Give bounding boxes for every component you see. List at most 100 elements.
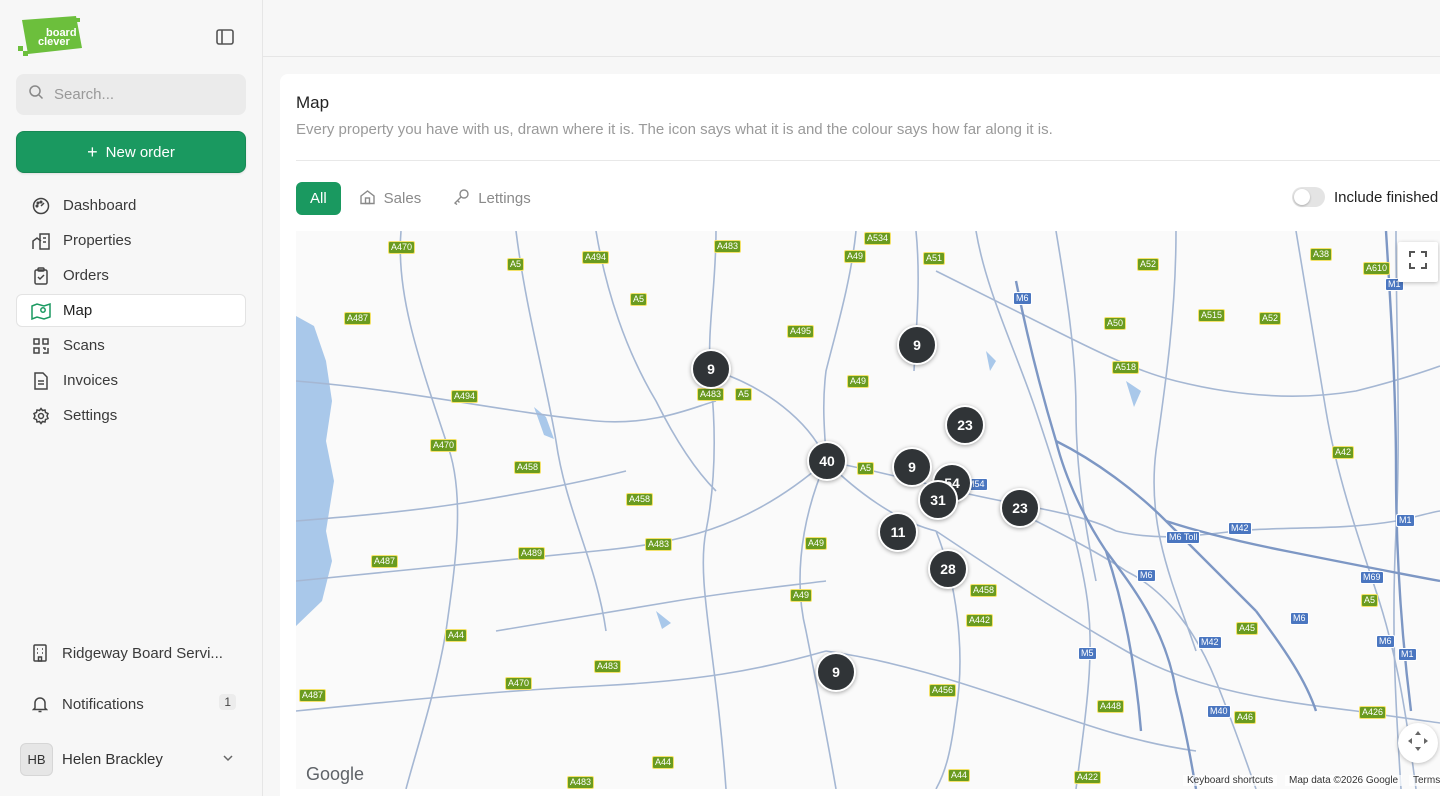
qr-icon bbox=[31, 336, 51, 356]
road-label: M6 Toll bbox=[1166, 531, 1201, 544]
road-label: A470 bbox=[430, 439, 458, 452]
road-label: A487 bbox=[344, 312, 372, 325]
road-label: A487 bbox=[371, 555, 399, 568]
main-nav: Dashboard Properties Orders Map Scans In… bbox=[16, 189, 246, 434]
road-label: A456 bbox=[929, 684, 957, 697]
road-label: A5 bbox=[735, 388, 753, 401]
road-label: A458 bbox=[626, 493, 654, 506]
map-cluster[interactable]: 9 bbox=[691, 349, 731, 389]
google-logo: Google bbox=[306, 764, 365, 784]
toggle-knob bbox=[1294, 189, 1310, 205]
road-label: A44 bbox=[445, 629, 468, 642]
new-order-label: New order bbox=[105, 143, 175, 161]
user-menu[interactable]: HB Helen Brackley bbox=[20, 742, 246, 776]
user-name: Helen Brackley bbox=[62, 750, 163, 768]
search-input[interactable] bbox=[54, 86, 234, 103]
map-cluster[interactable]: 9 bbox=[816, 652, 856, 692]
map-cluster[interactable]: 11 bbox=[878, 512, 918, 552]
road-label: A49 bbox=[844, 250, 867, 263]
avatar: HB bbox=[20, 742, 53, 776]
map-canvas[interactable]: A470 A483 A534 A494 A5 A49 A51 A52 A38 A… bbox=[296, 231, 1440, 789]
road-label: M6 bbox=[1137, 569, 1156, 582]
tab-sales[interactable]: Sales bbox=[345, 182, 436, 215]
chevron-down-icon bbox=[222, 751, 234, 769]
road-label: M6 bbox=[1376, 635, 1395, 648]
sidebar: board clever + New order Dashboard Prope… bbox=[0, 0, 263, 796]
road-label: A610 bbox=[1363, 262, 1391, 275]
terms-link[interactable]: Terms bbox=[1409, 775, 1440, 786]
sidebar-toggle-icon[interactable] bbox=[213, 25, 237, 49]
road-label: A46 bbox=[1234, 711, 1257, 724]
fullscreen-icon bbox=[1408, 250, 1428, 275]
key-icon bbox=[453, 188, 470, 209]
road-label: A494 bbox=[582, 251, 610, 264]
road-label: M1 bbox=[1398, 648, 1417, 661]
properties-icon bbox=[31, 231, 51, 251]
notifications-link[interactable]: Notifications 1 bbox=[16, 686, 246, 722]
road-label: A5 bbox=[507, 258, 525, 271]
road-label: A483 bbox=[645, 538, 673, 551]
boardclever-logo[interactable]: board clever bbox=[16, 14, 84, 58]
road-label: M1 bbox=[1396, 514, 1415, 527]
nav-item-dashboard[interactable]: Dashboard bbox=[16, 189, 246, 222]
road-label: A45 bbox=[1236, 622, 1259, 635]
nav-item-scans[interactable]: Scans bbox=[16, 329, 246, 362]
orders-icon bbox=[31, 266, 51, 286]
include-finished-label: Include finished bbox=[1334, 188, 1439, 206]
tab-label: Sales bbox=[383, 190, 422, 207]
road-label: A489 bbox=[518, 547, 546, 560]
road-label: A50 bbox=[1104, 317, 1127, 330]
road-label: A52 bbox=[1137, 258, 1160, 271]
map-pan-control[interactable] bbox=[1398, 723, 1438, 763]
nav-item-invoices[interactable]: Invoices bbox=[16, 364, 246, 397]
include-finished-toggle[interactable] bbox=[1292, 187, 1325, 207]
plus-icon: + bbox=[87, 142, 98, 162]
road-label: A458 bbox=[970, 584, 998, 597]
house-icon bbox=[359, 189, 376, 209]
nav-label: Map bbox=[63, 302, 93, 319]
road-label: A426 bbox=[1359, 706, 1387, 719]
road-label: M6 bbox=[1013, 292, 1032, 305]
road-label: A515 bbox=[1198, 309, 1226, 322]
road-label: A495 bbox=[787, 325, 815, 338]
road-label: M42 bbox=[1198, 636, 1222, 649]
road-label: A534 bbox=[864, 232, 892, 245]
nav-label: Orders bbox=[63, 267, 109, 284]
map-cluster[interactable]: 9 bbox=[897, 325, 937, 365]
organisation-switcher[interactable]: Ridgeway Board Servi... bbox=[16, 635, 246, 671]
map-cluster[interactable]: 40 bbox=[807, 441, 847, 481]
search-icon bbox=[28, 84, 44, 105]
nav-item-orders[interactable]: Orders bbox=[16, 259, 246, 292]
keyboard-shortcuts-link[interactable]: Keyboard shortcuts bbox=[1183, 775, 1278, 786]
road-label: M42 bbox=[1228, 522, 1252, 535]
road-label: A483 bbox=[567, 776, 595, 789]
nav-label: Scans bbox=[63, 337, 105, 354]
map-icon bbox=[31, 301, 51, 321]
road-label: A458 bbox=[514, 461, 542, 474]
road-label: A44 bbox=[652, 756, 675, 769]
search-box[interactable] bbox=[16, 74, 246, 115]
road-label: M40 bbox=[1207, 705, 1231, 718]
nav-item-properties[interactable]: Properties bbox=[16, 224, 246, 257]
road-label: A5 bbox=[630, 293, 648, 306]
road-label: A494 bbox=[451, 390, 479, 403]
road-label: A483 bbox=[594, 660, 622, 673]
tab-label: All bbox=[310, 190, 327, 207]
road-label: A52 bbox=[1259, 312, 1282, 325]
nav-item-map[interactable]: Map bbox=[16, 294, 246, 327]
map-cluster[interactable]: 9 bbox=[892, 447, 932, 487]
notifications-label: Notifications bbox=[62, 695, 144, 713]
tab-lettings[interactable]: Lettings bbox=[439, 182, 545, 215]
road-label: A442 bbox=[966, 614, 994, 627]
organisation-name: Ridgeway Board Servi... bbox=[62, 644, 223, 662]
fullscreen-button[interactable] bbox=[1398, 242, 1438, 282]
map-cluster[interactable]: 23 bbox=[945, 405, 985, 445]
new-order-button[interactable]: + New order bbox=[16, 131, 246, 173]
map-cluster[interactable]: 31 bbox=[918, 480, 958, 520]
dashboard-icon bbox=[31, 196, 51, 216]
page-subtitle: Every property you have with us, drawn w… bbox=[296, 121, 1053, 138]
map-cluster[interactable]: 23 bbox=[1000, 488, 1040, 528]
tab-all[interactable]: All bbox=[296, 182, 341, 215]
map-cluster[interactable]: 28 bbox=[928, 549, 968, 589]
nav-item-settings[interactable]: Settings bbox=[16, 399, 246, 432]
